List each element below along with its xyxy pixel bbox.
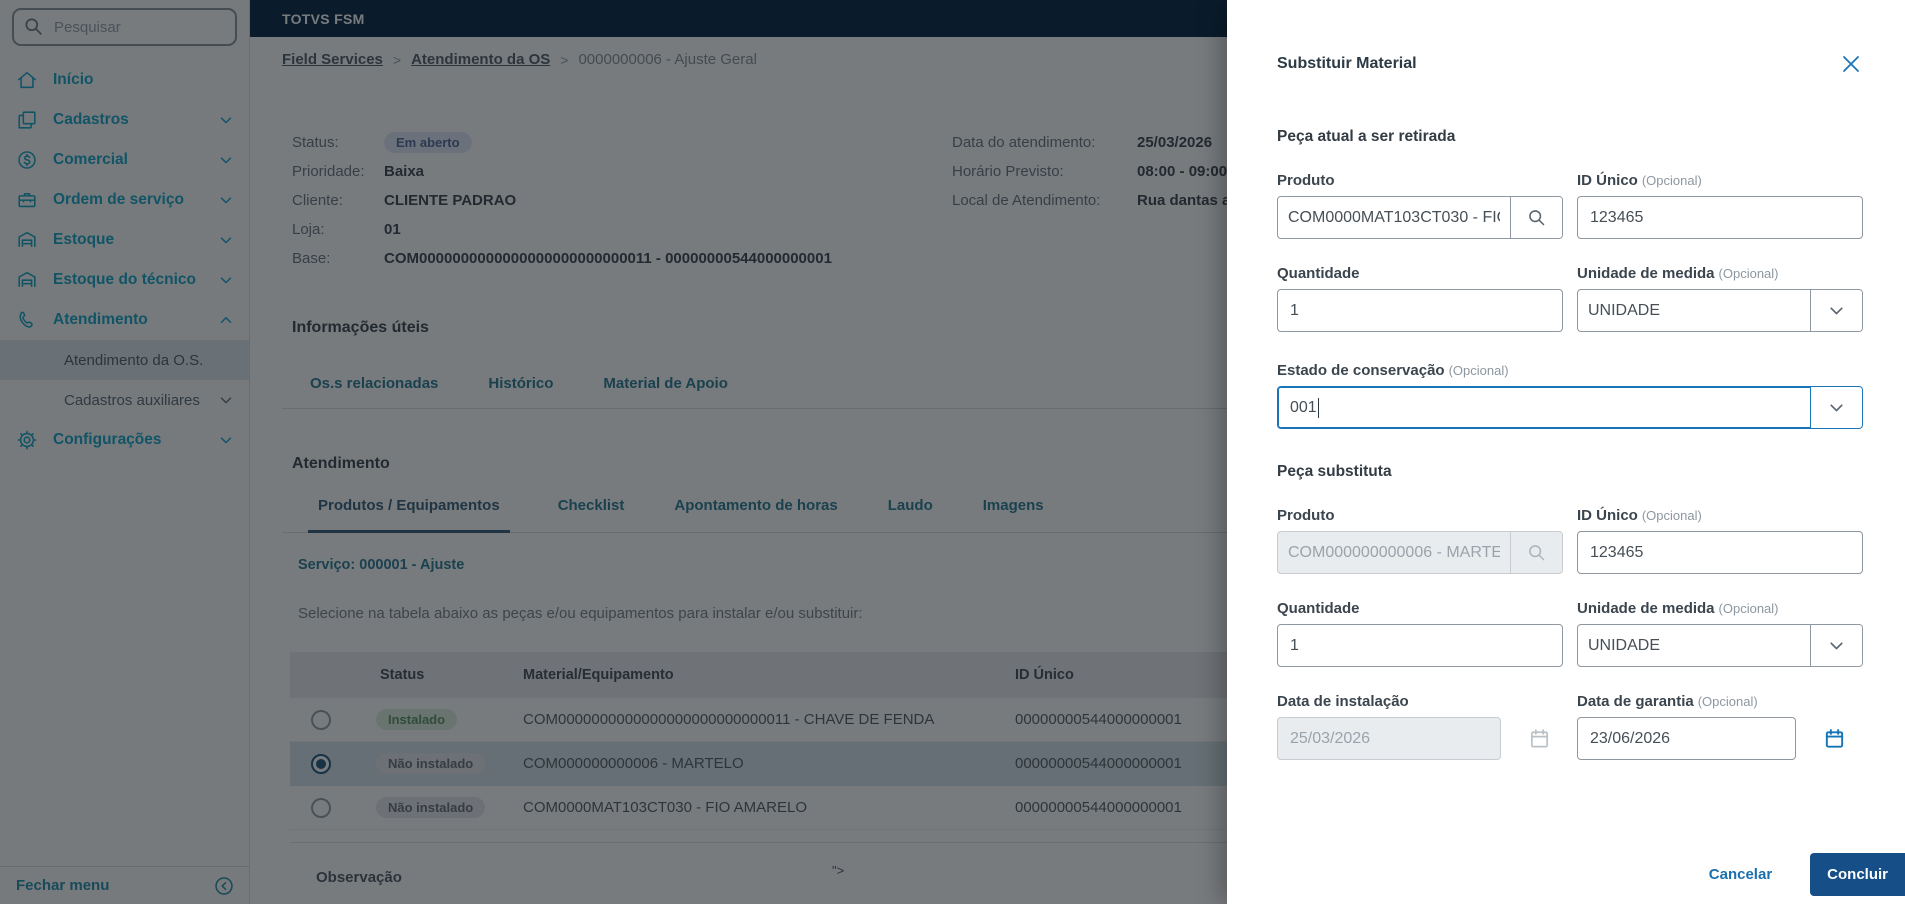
replacement-unit-value[interactable] xyxy=(1578,625,1810,666)
condition-label: Estado de conservação (Opcional) xyxy=(1277,362,1509,379)
product-label: Produto xyxy=(1277,172,1335,189)
current-quantity-input[interactable] xyxy=(1277,289,1563,332)
chevron-down-icon[interactable] xyxy=(1810,625,1862,666)
current-product-input[interactable] xyxy=(1278,197,1510,238)
confirm-button[interactable]: Concluir xyxy=(1810,853,1905,896)
modal-title: Substituir Material xyxy=(1277,55,1417,72)
section-replacement-part: Peça substituta xyxy=(1277,463,1392,480)
warranty-date-label: Data de garantia (Opcional) xyxy=(1577,693,1758,710)
current-unit-value[interactable] xyxy=(1578,290,1810,331)
replacement-product-field xyxy=(1277,531,1563,574)
close-icon[interactable] xyxy=(1839,52,1863,76)
unique-id-label: ID Único (Opcional) xyxy=(1577,507,1702,524)
cancel-button[interactable]: Cancelar xyxy=(1709,866,1772,883)
replacement-unit-select[interactable] xyxy=(1577,624,1863,667)
calendar-icon[interactable] xyxy=(1823,727,1846,750)
app-root: Início Cadastros Comercial Ordem de serv… xyxy=(0,0,1905,904)
unique-id-label: ID Único (Opcional) xyxy=(1577,172,1702,189)
chevron-down-icon[interactable] xyxy=(1810,387,1862,428)
warranty-date-input[interactable] xyxy=(1577,717,1796,760)
replacement-unique-id-input[interactable] xyxy=(1577,531,1863,574)
calendar-icon xyxy=(1528,727,1551,750)
product-label: Produto xyxy=(1277,507,1335,524)
condition-value: 001 xyxy=(1290,398,1317,416)
current-unique-id-input[interactable] xyxy=(1577,196,1863,239)
substitute-material-modal: Substituir Material Peça atual a ser ret… xyxy=(1227,0,1905,904)
chevron-down-icon[interactable] xyxy=(1810,290,1862,331)
replacement-product-input xyxy=(1278,532,1510,573)
current-unit-select[interactable] xyxy=(1577,289,1863,332)
install-date-input xyxy=(1277,717,1501,760)
quantity-label: Quantidade xyxy=(1277,600,1360,617)
replacement-quantity-input[interactable] xyxy=(1277,624,1563,667)
unit-label: Unidade de medida (Opcional) xyxy=(1577,600,1779,617)
section-current-part: Peça atual a ser retirada xyxy=(1277,128,1456,145)
install-date-label: Data de instalação xyxy=(1277,693,1409,710)
unit-label: Unidade de medida (Opcional) xyxy=(1577,265,1779,282)
product-search-button xyxy=(1510,532,1562,573)
condition-select[interactable]: 001 xyxy=(1277,386,1863,429)
quantity-label: Quantidade xyxy=(1277,265,1360,282)
text-cursor xyxy=(1317,397,1320,418)
current-product-field xyxy=(1277,196,1563,239)
product-search-button[interactable] xyxy=(1510,197,1562,238)
